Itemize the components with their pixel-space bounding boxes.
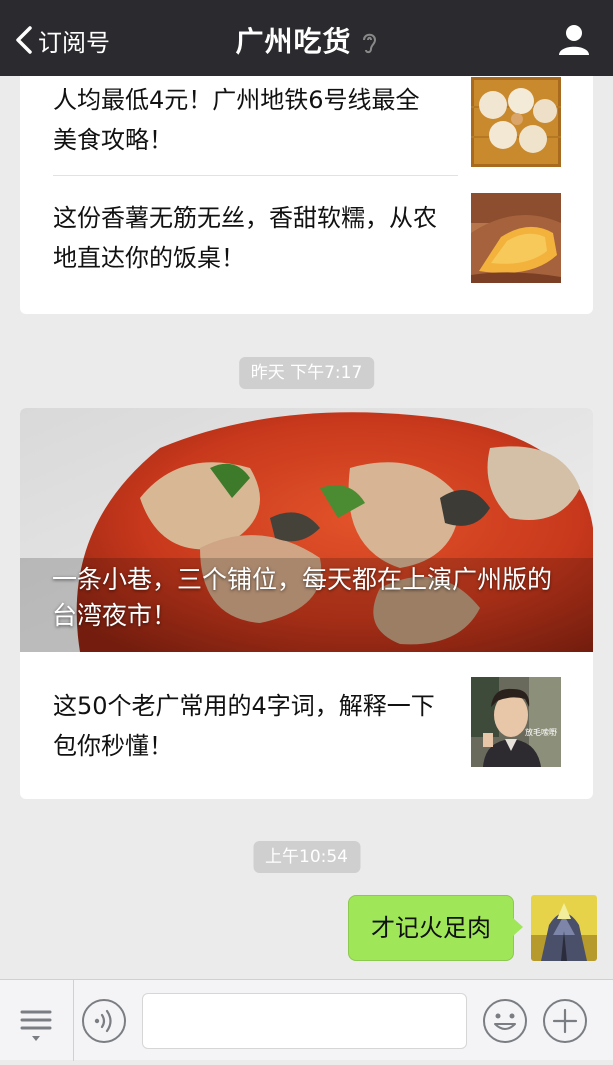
article-title: 这份香薯无筋无丝，香甜软糯，从农地直达你的饭桌！ [53,204,437,272]
menu-icon [20,1010,52,1041]
article-title: 人均最低4元！广州地铁6号线最全美食攻略！ [53,86,420,154]
hero-title: 一条小巷，三个铺位，每天都在上演广州版的台湾夜市！ [52,565,553,630]
timestamp: 昨天 下午7:17 [238,357,375,389]
article-item[interactable]: 这50个老广常用的4字词，解释一下包你秒懂！ 放毛嗦嘢 [20,652,593,799]
menu-toggle-button[interactable] [0,980,74,1061]
article-thumbnail [471,77,561,167]
bubble-tail [513,918,523,936]
article-title: 这50个老广常用的4字词，解释一下包你秒懂！ [53,692,435,760]
top-nav-bar: 订阅号 广州吃货 [0,0,613,76]
article-item[interactable]: 这份香薯无筋无丝，香甜软糯，从农地直达你的饭桌！ [20,176,593,314]
article-thumbnail [471,193,561,283]
user-icon[interactable] [557,22,591,56]
ear-icon [362,33,376,54]
emoji-icon[interactable] [482,998,528,1044]
thumb-caption: 放毛嗦嘢 [525,728,557,737]
article-thumbnail: 放毛嗦嘢 [471,677,561,767]
article-card-2: 一条小巷，三个铺位，每天都在上演广州版的台湾夜市！ 这50个老广常用的4字词，解… [20,408,593,799]
avatar[interactable] [531,895,597,961]
article-card-1: 人均最低4元！广州地铁6号线最全美食攻略！ 这份香薯无筋无丝，香甜软糯，从农地直… [20,44,593,314]
message-input[interactable] [142,993,467,1049]
message-bubble[interactable]: 才记火足肉 [348,895,514,961]
title-text: 广州吃货 [235,25,352,58]
plus-icon[interactable] [542,998,588,1044]
chat-input-bar [0,979,613,1061]
hero-article[interactable]: 一条小巷，三个铺位，每天都在上演广州版的台湾夜市！ [20,408,593,652]
chat-title: 广州吃货 [0,20,613,60]
timestamp: 上午10:54 [253,841,360,873]
voice-icon[interactable] [81,998,127,1044]
